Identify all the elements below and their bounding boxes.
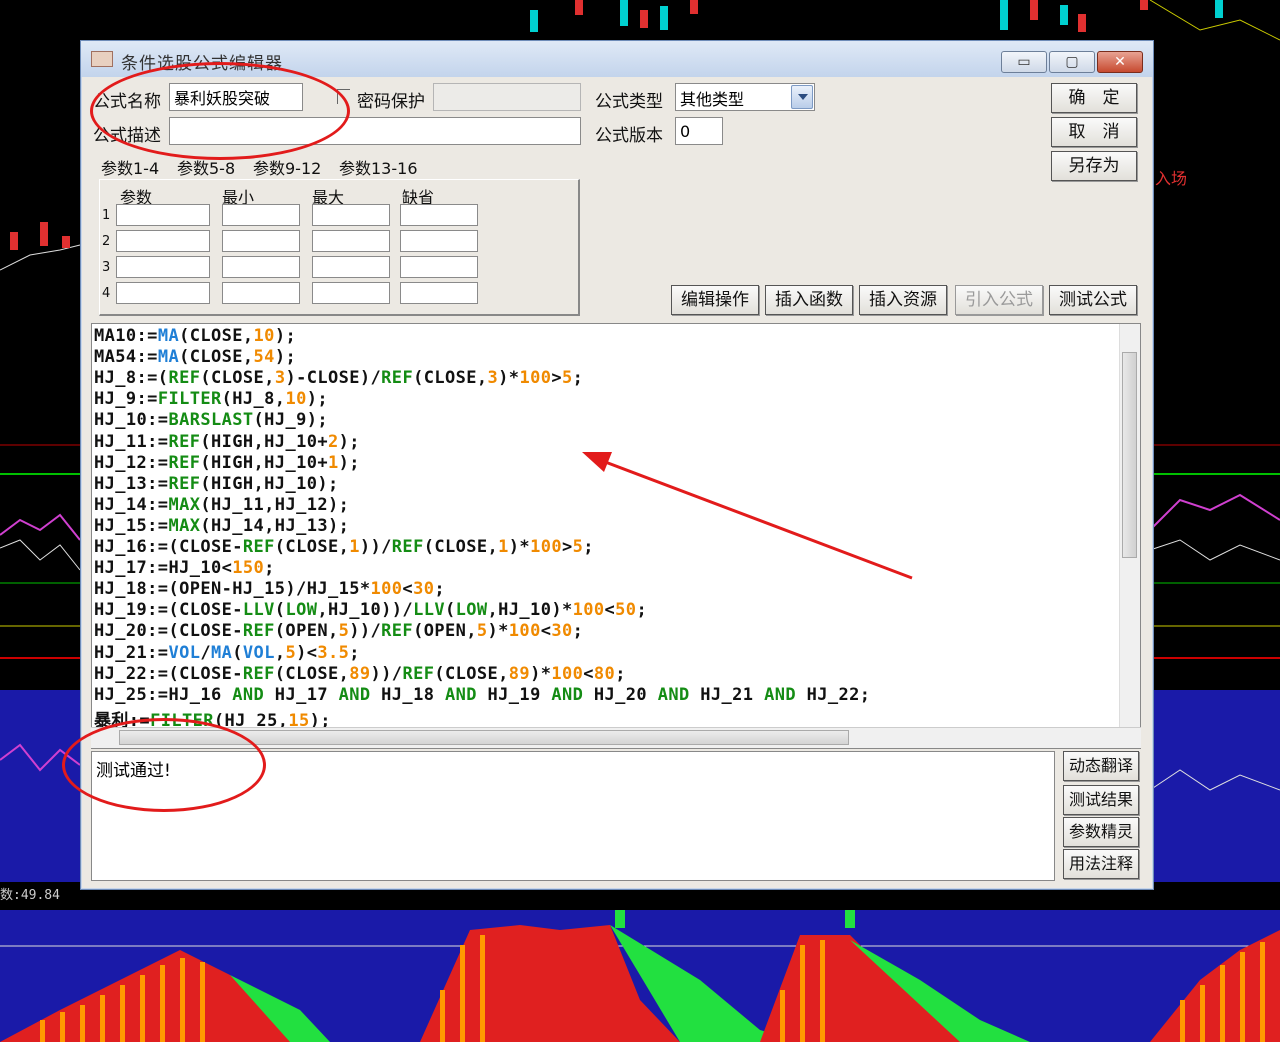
annotation-arrow <box>582 452 913 580</box>
